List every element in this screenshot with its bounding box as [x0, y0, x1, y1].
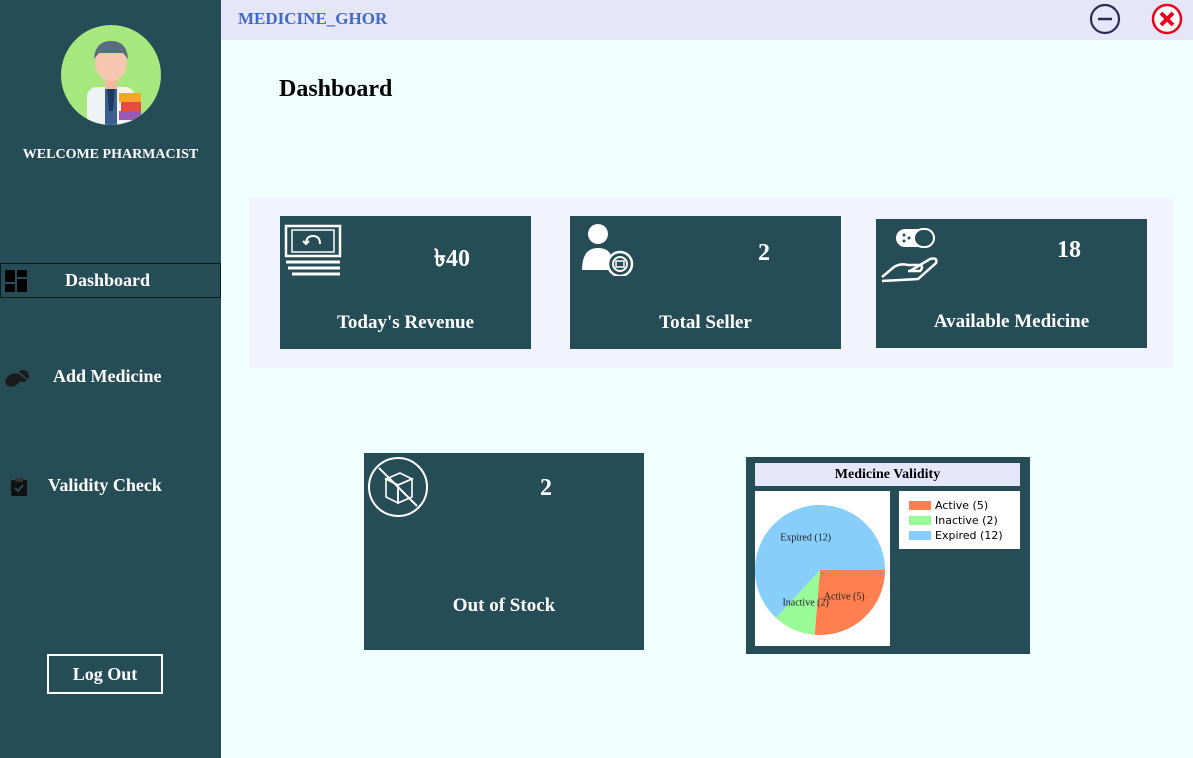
legend-label: Expired (12)	[935, 529, 1003, 542]
revenue-value: ৳40	[434, 246, 470, 272]
medicine-hand-icon	[880, 225, 942, 288]
card-total-seller[interactable]: 2 Total Seller	[570, 216, 841, 349]
sidebar-item-label: Validity Check	[48, 475, 162, 495]
pie-label-active: Active (5)	[824, 591, 865, 602]
logout-button[interactable]: Log Out	[47, 654, 163, 694]
dashboard-icon	[5, 270, 27, 297]
card-out-of-stock[interactable]: 2 Out of Stock	[364, 453, 644, 650]
pharmacist-icon	[87, 41, 141, 125]
chart-title: Medicine Validity	[755, 463, 1020, 486]
no-box-icon	[366, 455, 430, 524]
sidebar-item-label: Dashboard	[65, 270, 151, 290]
minimize-circle-icon	[1089, 3, 1121, 35]
legend-swatch	[909, 531, 931, 540]
close-circle-icon	[1151, 3, 1183, 35]
sidebar-item-add-medicine[interactable]: Add Medicine	[0, 359, 221, 394]
close-button[interactable]	[1151, 3, 1183, 35]
medicine-validity-chart: Medicine Validity Active (5) Inactive (2)…	[746, 457, 1030, 654]
seller-label: Total Seller	[659, 312, 752, 333]
clipboard-check-icon	[10, 477, 28, 502]
pie-label-expired: Expired (12)	[780, 532, 831, 543]
app-title: MEDICINE_GHOR	[238, 9, 388, 28]
out-of-stock-label: Out of Stock	[452, 595, 556, 616]
chart-plot-area: Active (5) Inactive (2) Expired (12)	[755, 491, 890, 646]
legend-entry-expired: Expired (12)	[909, 528, 1020, 543]
welcome-text: WELCOME PHARMACIST	[22, 147, 199, 162]
sidebar-item-validity-check[interactable]: Validity Check	[0, 468, 221, 503]
out-of-stock-value: 2	[540, 475, 552, 501]
minimize-button[interactable]	[1089, 3, 1121, 35]
money-stack-icon	[284, 224, 342, 281]
sidebar-item-dashboard[interactable]: Dashboard	[0, 263, 221, 298]
card-available-medicine[interactable]: 18 Available Medicine	[876, 219, 1147, 348]
available-medicine-value: 18	[1057, 237, 1081, 263]
pills-icon	[4, 367, 30, 394]
sidebar-item-label: Add Medicine	[53, 366, 162, 386]
card-todays-revenue[interactable]: ৳40 Today's Revenue	[280, 216, 531, 349]
seller-value: 2	[758, 240, 770, 266]
legend-label: Active (5)	[935, 499, 989, 512]
page-title: Dashboard	[279, 76, 393, 102]
legend-entry-inactive: Inactive (2)	[909, 513, 1020, 528]
chart-legend: Active (5) Inactive (2) Expired (12)	[899, 491, 1020, 549]
revenue-label: Today's Revenue	[336, 312, 475, 333]
seller-icon	[578, 222, 636, 281]
legend-swatch	[909, 501, 931, 510]
legend-swatch	[909, 516, 931, 525]
title-bar: MEDICINE_GHOR	[221, 0, 1193, 40]
legend-label: Inactive (2)	[935, 514, 998, 527]
pie-chart: Active (5)Inactive (2) Expired (12)	[755, 505, 885, 635]
pharmacist-avatar	[61, 25, 161, 125]
available-medicine-label: Available Medicine	[933, 311, 1090, 332]
legend-entry-active: Active (5)	[909, 498, 1020, 513]
pie-label-inactive: Inactive (2)	[782, 598, 828, 609]
sidebar: WELCOME PHARMACIST Dashboard Add Medicin…	[0, 0, 221, 758]
